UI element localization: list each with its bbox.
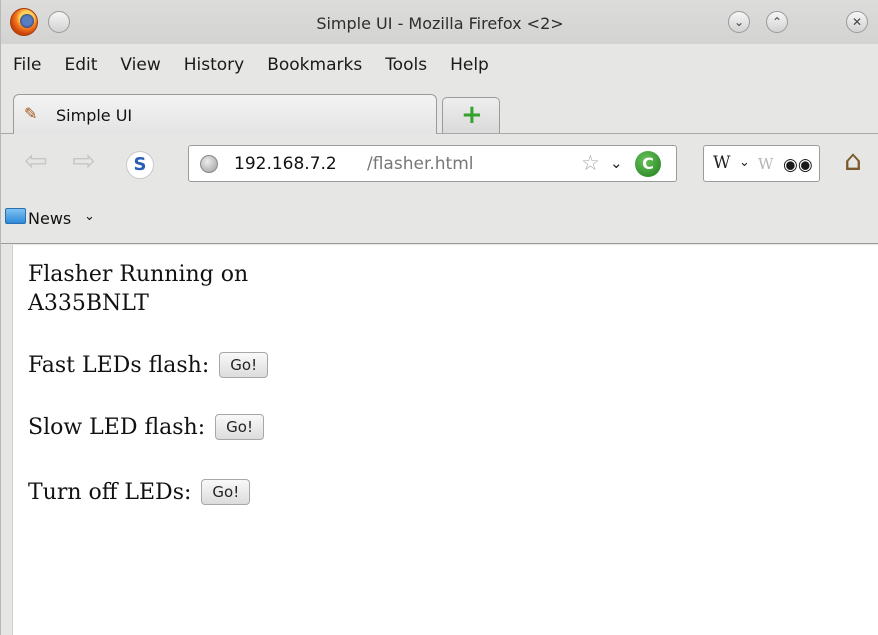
page-heading: Flasher Running on A335BNLT [28, 260, 248, 318]
slow-flash-label: Slow LED flash: [28, 414, 206, 440]
globe-icon[interactable] [200, 155, 218, 173]
menu-help[interactable]: Help [439, 50, 501, 82]
new-tab-button[interactable]: + [442, 97, 500, 133]
terminal-favicon-icon: ✎ [24, 104, 38, 123]
minimize-button[interactable]: ⌄ [728, 11, 750, 33]
chevron-down-icon[interactable]: ⌄ [84, 209, 95, 224]
browser-window: Simple UI - Mozilla Firefox <2> ⌄ ⌃ ✕ Fi… [0, 0, 878, 635]
heading-line-1: Flasher Running on [28, 262, 249, 287]
close-button[interactable]: ✕ [846, 11, 868, 33]
plus-icon: + [461, 100, 483, 130]
fast-flash-row: Fast LEDs flash: Go! [28, 352, 269, 378]
bookmark-folder-news[interactable]: News [28, 209, 71, 228]
turn-off-row: Turn off LEDs: Go! [28, 479, 251, 505]
url-path: /flasher.html [367, 154, 474, 174]
bookmark-star-icon[interactable]: ☆ [581, 151, 600, 175]
folder-icon[interactable] [5, 208, 26, 224]
tab-label: Simple UI [56, 106, 133, 125]
reload-icon[interactable]: C [635, 151, 661, 177]
menu-bookmarks[interactable]: Bookmarks [256, 50, 374, 82]
search-input[interactable]: W [758, 155, 773, 173]
back-arrow-icon[interactable]: ⇦ [21, 147, 51, 176]
maximize-button[interactable]: ⌃ [766, 11, 788, 33]
fast-flash-go-button[interactable]: Go! [219, 352, 269, 378]
menu-view[interactable]: View [109, 50, 172, 82]
fast-flash-label: Fast LEDs flash: [28, 352, 210, 378]
binoculars-search-icon[interactable]: ◉◉ [783, 155, 813, 175]
page-content: Flasher Running on A335BNLT Fast LEDs fl… [12, 245, 878, 635]
tab-simple-ui[interactable]: ✎ Simple UI [13, 94, 437, 134]
forward-arrow-icon[interactable]: ⇨ [69, 147, 99, 176]
search-bar[interactable]: W ⌄ W ◉◉ [703, 145, 820, 182]
url-host: 192.168.7.2 [234, 154, 337, 174]
bookmarks-toolbar: News ⌄ [1, 196, 878, 244]
url-bar[interactable]: 192.168.7.2 /flasher.html ☆ ⌄ C [188, 145, 677, 182]
search-engine-dropdown-icon[interactable]: ⌄ [739, 155, 750, 170]
tab-bar: ✎ Simple UI + [1, 92, 878, 134]
url-history-dropdown-icon[interactable]: ⌄ [610, 154, 623, 172]
menu-bar: File Edit View History Bookmarks Tools H… [1, 50, 878, 82]
s-extension-icon[interactable]: S [126, 151, 154, 179]
slow-flash-row: Slow LED flash: Go! [28, 414, 264, 440]
heading-line-2: A335BNLT [28, 291, 149, 316]
wikipedia-engine-icon[interactable]: W [713, 153, 730, 173]
turn-off-go-button[interactable]: Go! [201, 479, 251, 505]
menu-history[interactable]: History [173, 50, 256, 82]
menu-tools[interactable]: Tools [374, 50, 439, 82]
turn-off-label: Turn off LEDs: [28, 479, 192, 505]
slow-flash-go-button[interactable]: Go! [215, 414, 264, 440]
home-icon[interactable]: ⌂ [835, 145, 871, 181]
menu-file[interactable]: File [1, 50, 53, 82]
menu-edit[interactable]: Edit [53, 50, 109, 82]
title-bar[interactable]: Simple UI - Mozilla Firefox <2> ⌄ ⌃ ✕ [1, 0, 878, 44]
navigation-toolbar: ⇦ ⇨ S 192.168.7.2 /flasher.html ☆ ⌄ C W … [1, 135, 878, 191]
